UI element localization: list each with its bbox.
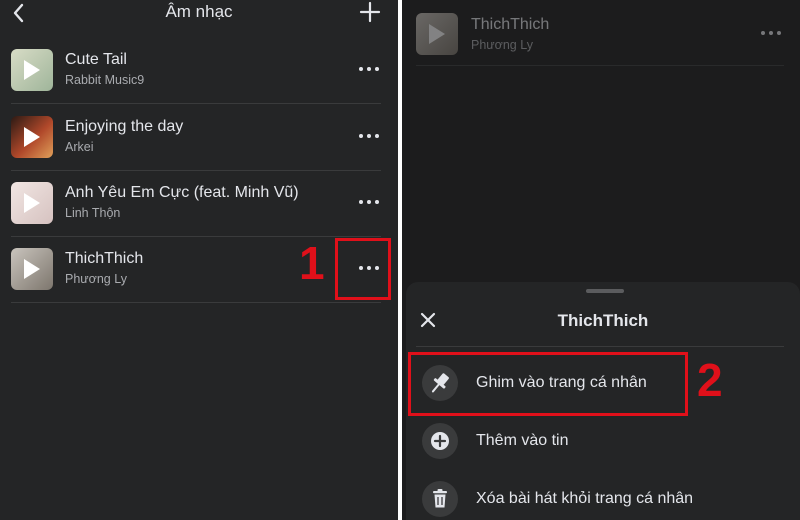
song-row-dimmed: ThichThich Phương Ly — [402, 0, 800, 66]
play-icon — [24, 193, 40, 213]
more-options-icon — [758, 27, 786, 41]
album-cover — [416, 13, 458, 55]
option-label: Xóa bài hát khỏi trang cá nhân — [476, 490, 694, 507]
sheet-handle[interactable] — [586, 289, 624, 293]
song-options-screen: ThichThich Phương Ly ThichThich Ghim vào… — [402, 0, 800, 520]
plus-circle-icon — [422, 423, 458, 459]
song-artist: Rabbit Music9 — [65, 73, 145, 87]
option-label: Thêm vào tin — [476, 432, 569, 449]
row-divider — [416, 65, 784, 66]
album-cover — [11, 248, 53, 290]
more-options-icon[interactable] — [356, 63, 384, 77]
song-title: ThichThich — [471, 16, 550, 33]
song-artist: Linh Thộn — [65, 206, 121, 220]
trash-icon — [422, 481, 458, 517]
plus-icon[interactable] — [358, 0, 382, 24]
sheet-title: ThichThich — [557, 311, 649, 330]
step-number-1: 1 — [299, 237, 325, 289]
add-to-story-option[interactable]: Thêm vào tin — [416, 420, 786, 464]
album-cover — [11, 49, 53, 91]
play-icon — [24, 127, 40, 147]
song-title: Enjoying the day — [65, 118, 184, 135]
song-title: Anh Yêu Em Cực (feat. Minh Vũ) — [65, 184, 299, 201]
song-artist: Phương Ly — [65, 272, 127, 286]
highlight-box — [408, 352, 688, 416]
song-row[interactable]: Cute Tail Rabbit Music9 — [0, 37, 398, 104]
song-artist: Phương Ly — [471, 38, 533, 52]
row-divider — [11, 302, 381, 303]
header-bar: Âm nhạc — [0, 0, 398, 30]
song-title: ThichThich — [65, 250, 144, 267]
more-options-icon[interactable] — [356, 196, 384, 210]
song-row[interactable]: Anh Yêu Em Cực (feat. Minh Vũ) Linh Thộn — [0, 170, 398, 237]
page-title: Âm nhạc — [165, 2, 233, 21]
play-icon — [429, 24, 445, 44]
music-list-screen: Âm nhạc Cute Tail Rabbit Music9 Enjoying… — [0, 0, 398, 520]
play-icon — [24, 60, 40, 80]
remove-song-option[interactable]: Xóa bài hát khỏi trang cá nhân — [416, 478, 786, 520]
album-cover — [11, 182, 53, 224]
play-icon — [24, 259, 40, 279]
highlight-box — [335, 238, 391, 300]
sheet-divider — [416, 346, 784, 347]
song-title: Cute Tail — [65, 51, 127, 68]
step-number-2: 2 — [697, 354, 723, 406]
more-options-icon[interactable] — [356, 130, 384, 144]
song-row[interactable]: Enjoying the day Arkei — [0, 104, 398, 171]
song-artist: Arkei — [65, 140, 94, 154]
album-cover — [11, 116, 53, 158]
